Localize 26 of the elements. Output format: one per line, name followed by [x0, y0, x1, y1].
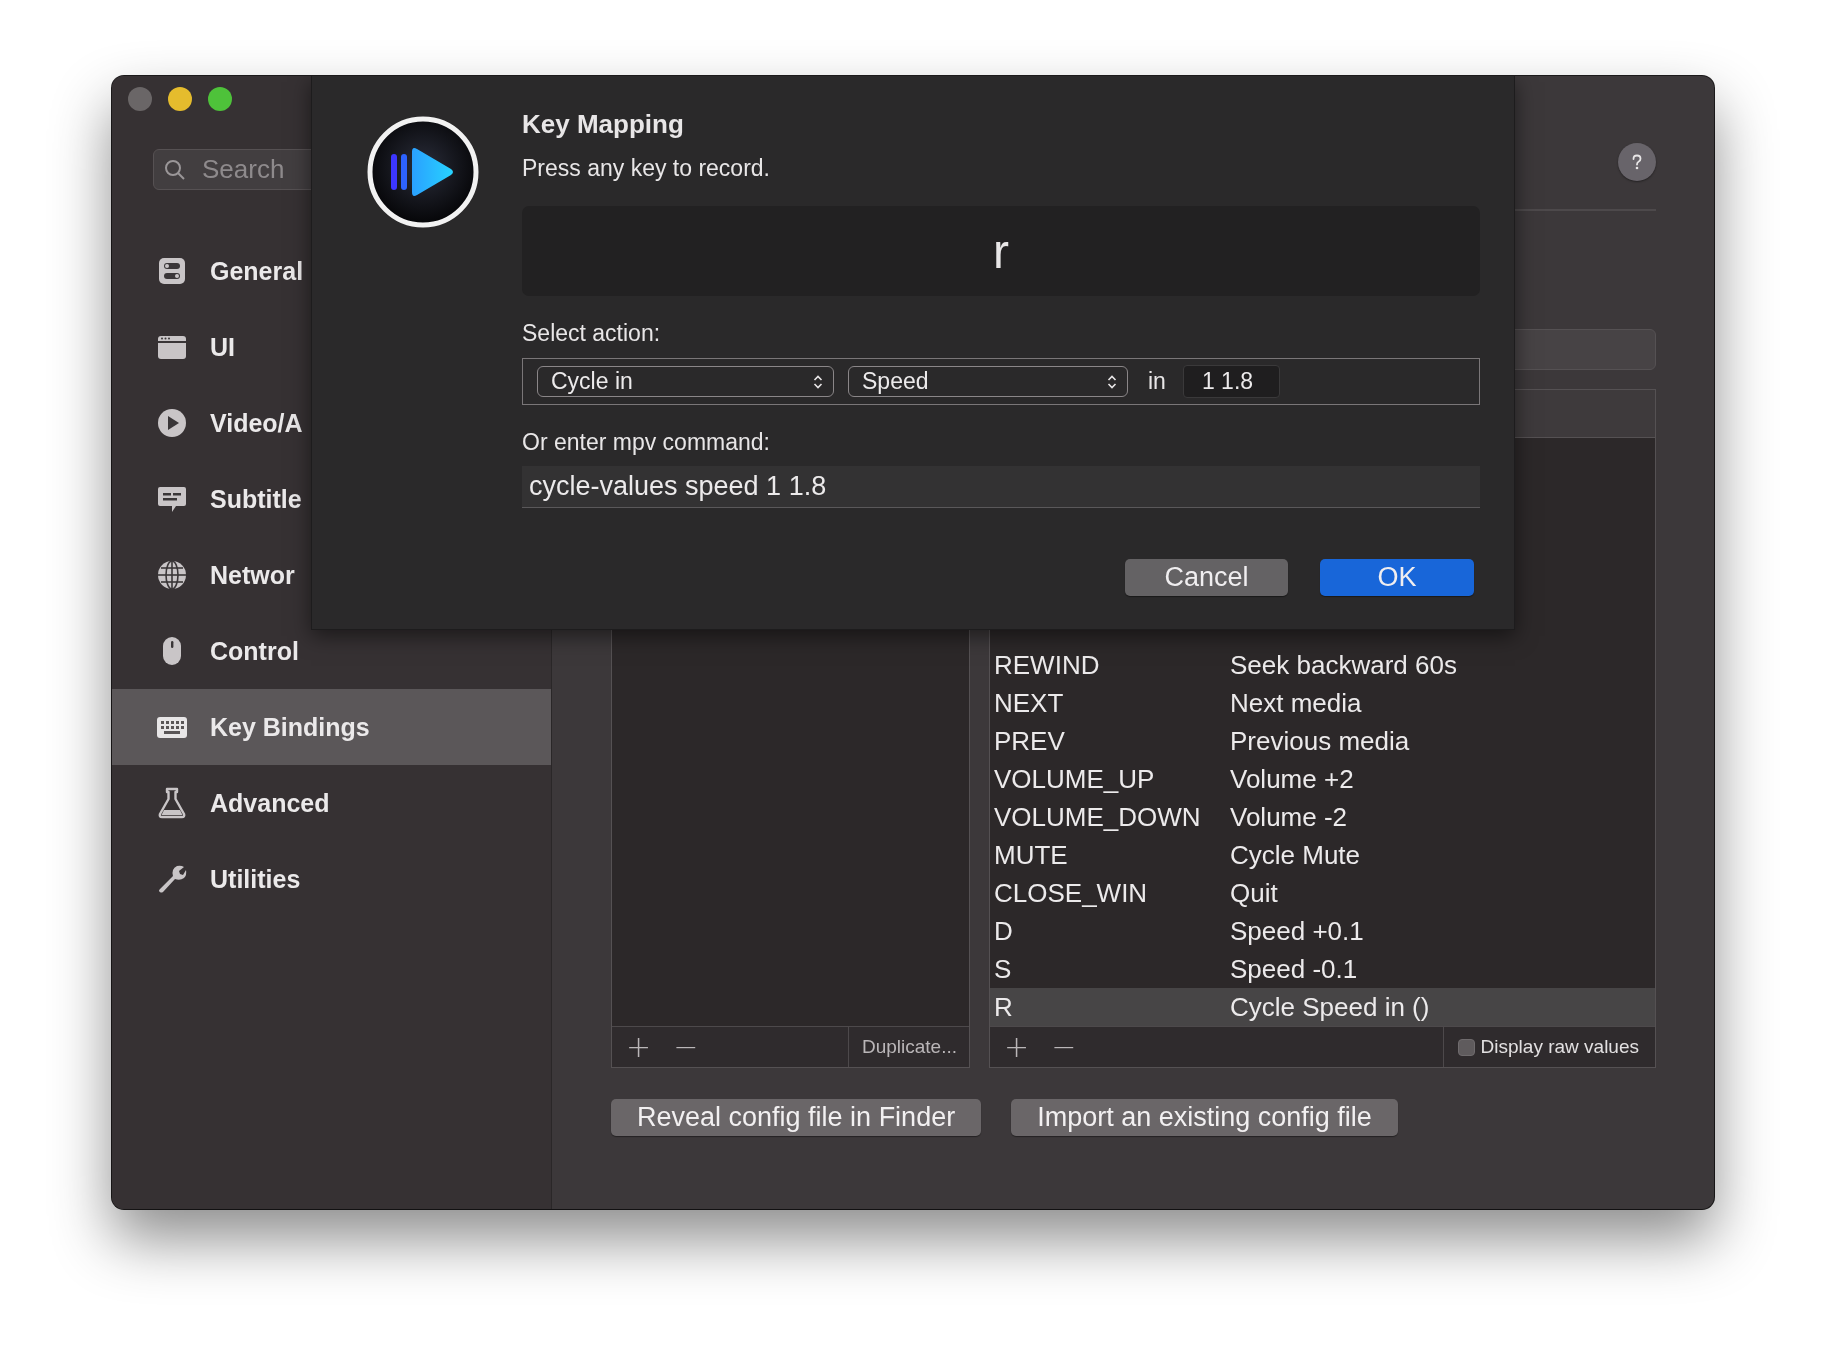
- key-cell-text: PREV: [993, 725, 1066, 757]
- dialog-title: Key Mapping: [522, 109, 685, 140]
- action-cell: Volume +2: [1230, 763, 1354, 795]
- action-cell: Cycle Mute: [1230, 839, 1361, 871]
- key-cell-text: CLOSE_WIN: [993, 877, 1149, 909]
- action-cell: Previous media: [1230, 725, 1410, 757]
- key-cell-text: VOLUME_UP: [993, 763, 1156, 795]
- action-cell: Next media: [1230, 687, 1362, 719]
- checkbox-label: Display raw values: [1480, 1036, 1639, 1058]
- command-label: Or enter mpv command:: [522, 429, 771, 456]
- action-cell: Speed +0.1: [1230, 915, 1364, 947]
- key-cell-text: NEXT: [993, 687, 1065, 719]
- key-cell-text: MUTE: [993, 839, 1069, 871]
- in-label: in: [1148, 368, 1166, 395]
- key-cell-text: VOLUME_DOWN: [993, 801, 1202, 833]
- key-cell-text: D: [993, 915, 1014, 947]
- key-cell-text: S: [993, 953, 1013, 985]
- action-cell: Volume -2: [1230, 801, 1348, 833]
- key-cell-text: R: [993, 991, 1014, 1023]
- dialog-message: Press any key to record.: [522, 155, 771, 182]
- key-cell-text: REWIND: [993, 649, 1101, 681]
- action-cell: Cycle Speed in (): [1230, 991, 1430, 1023]
- action-cell: Quit: [1230, 877, 1278, 909]
- action-label: Select action:: [522, 320, 662, 347]
- action-cell: Speed -0.1: [1230, 953, 1358, 985]
- action-cell: Seek backward 60s: [1230, 649, 1457, 681]
